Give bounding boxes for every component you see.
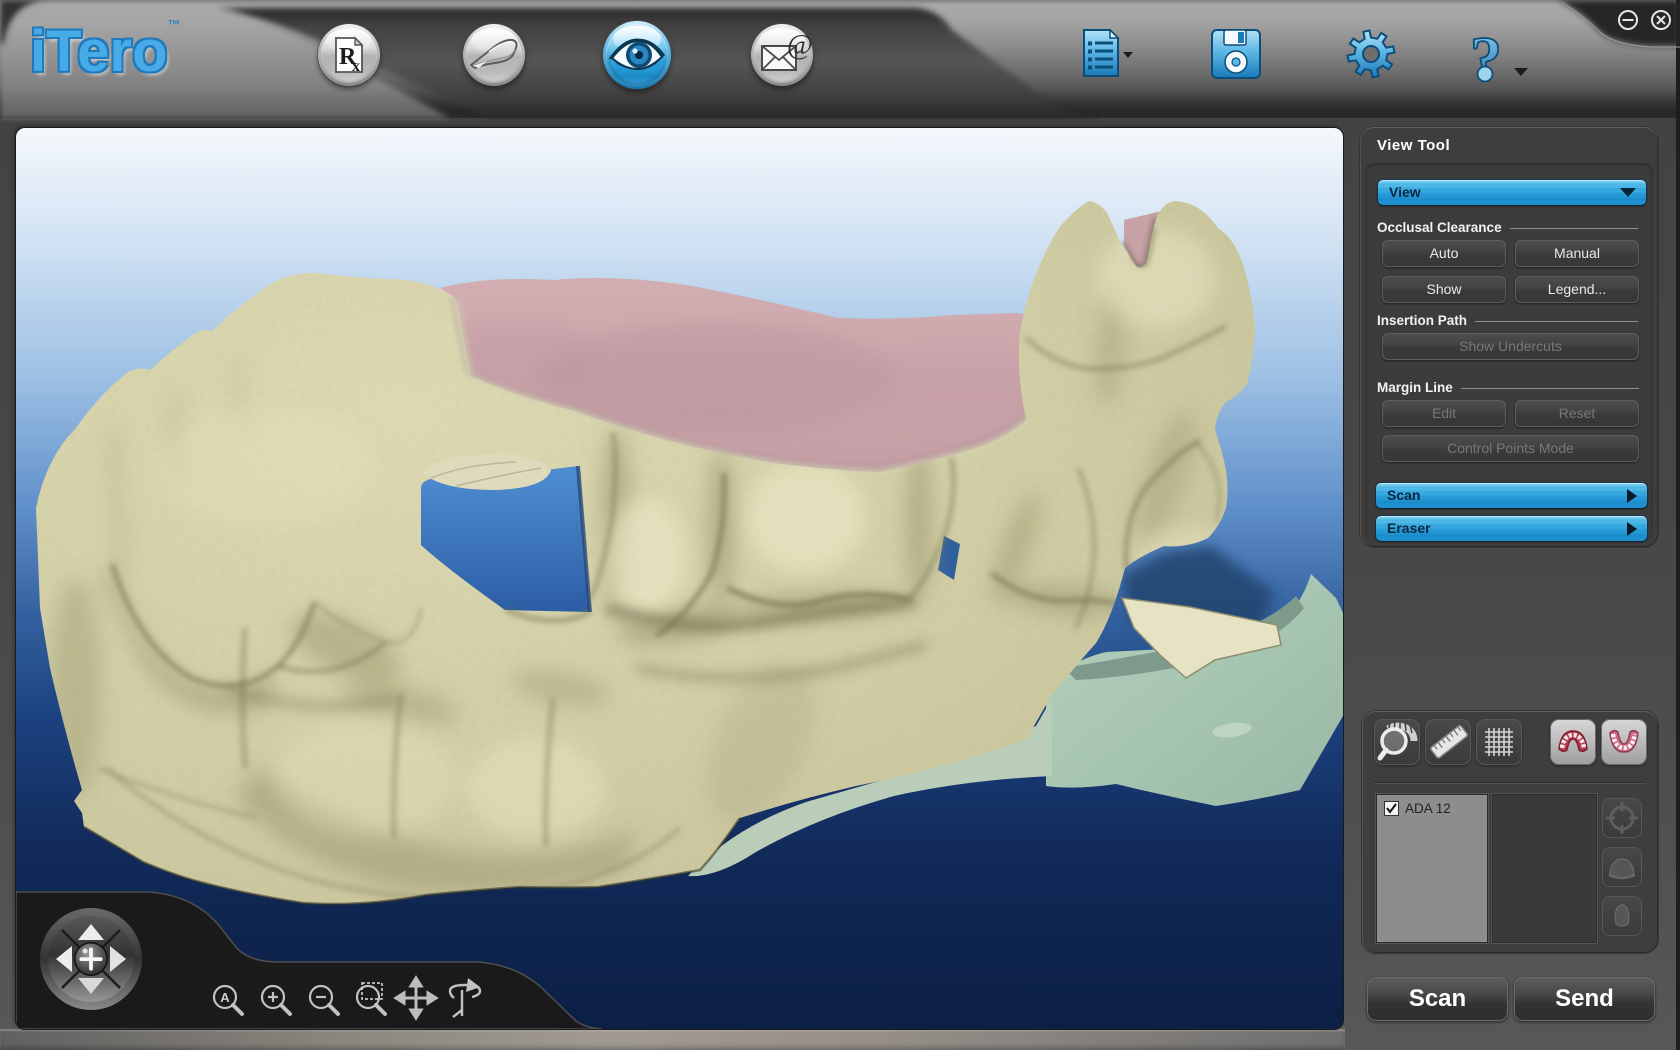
svg-text:A: A	[220, 990, 230, 1005]
svg-text:@: @	[787, 30, 813, 61]
svg-text:?: ?	[1470, 24, 1502, 94]
svg-text:x: x	[352, 58, 360, 75]
